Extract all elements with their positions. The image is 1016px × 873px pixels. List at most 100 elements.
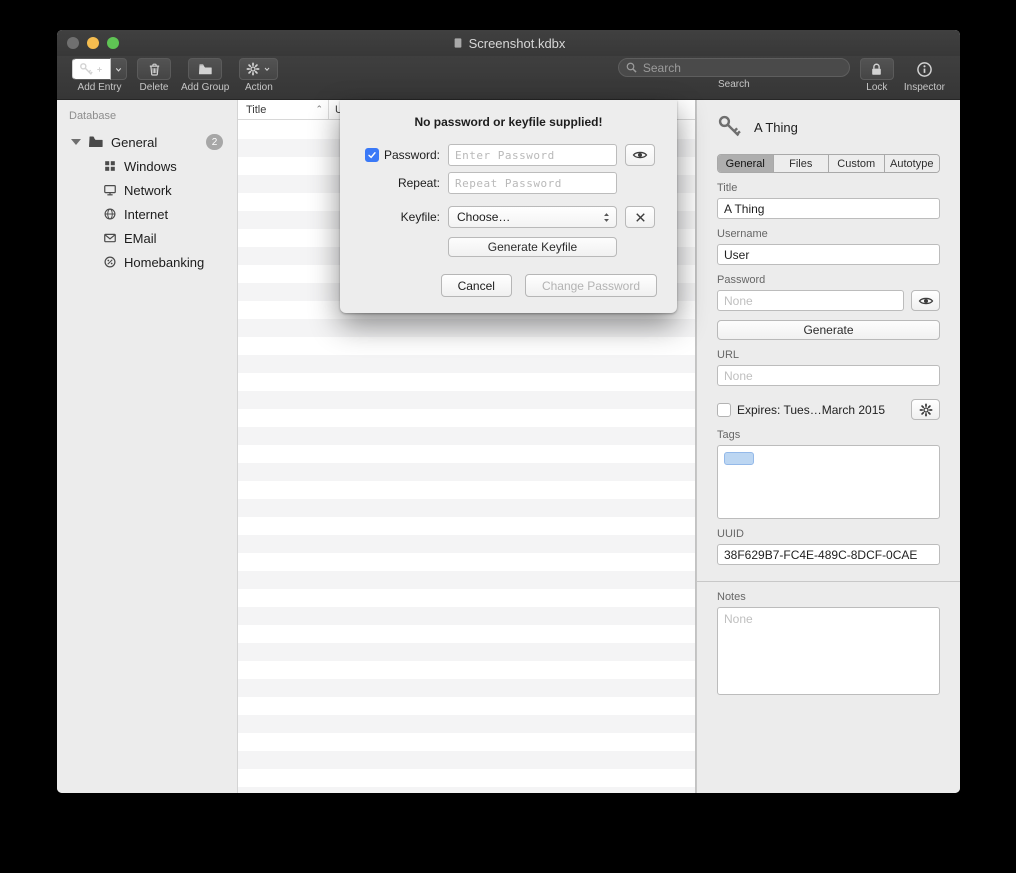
sidebar-item-homebanking[interactable]: Homebanking xyxy=(57,250,237,274)
notes-field[interactable] xyxy=(717,607,940,695)
sidebar-group-general[interactable]: General 2 xyxy=(57,130,237,154)
sidebar: Database General 2 Windows Network Inter… xyxy=(57,100,237,793)
action-button[interactable] xyxy=(239,58,278,80)
inspector-header: A Thing xyxy=(717,114,940,140)
enter-password-input[interactable] xyxy=(448,144,617,166)
lock-toolbar-item: Lock xyxy=(860,58,894,93)
keyfile-popup-button[interactable]: Choose… xyxy=(448,206,617,228)
password-label: Password: xyxy=(384,148,440,162)
window-title-area: Screenshot.kdbx xyxy=(57,30,960,56)
change-password-button[interactable]: Change Password xyxy=(525,274,657,297)
windows-icon xyxy=(103,159,117,173)
key-icon xyxy=(717,114,743,140)
sidebar-header: Database xyxy=(57,108,237,130)
inspector-divider xyxy=(697,581,960,582)
lock-button[interactable] xyxy=(860,58,894,80)
title-field[interactable] xyxy=(717,198,940,219)
expires-row: Expires: Tues…March 2015 xyxy=(717,399,940,420)
tab-custom[interactable]: Custom xyxy=(829,155,885,172)
add-entry-toolbar-item: Add Entry xyxy=(72,58,127,93)
tags-box[interactable] xyxy=(717,445,940,519)
tab-general[interactable]: General xyxy=(718,155,774,172)
url-field[interactable] xyxy=(717,365,940,386)
toolbar: Add Entry Delete Add Group Action xyxy=(57,56,960,100)
gear-icon xyxy=(246,62,260,76)
dialog-buttons: Cancel Change Password xyxy=(360,274,657,297)
password-field-label: Password xyxy=(717,274,940,286)
password-field[interactable] xyxy=(717,290,904,311)
url-field-label: URL xyxy=(717,349,940,361)
inspector-tabs: General Files Custom Autotype xyxy=(717,154,940,173)
sidebar-item-network[interactable]: Network xyxy=(57,178,237,202)
expires-label: Expires: Tues…March 2015 xyxy=(737,403,905,417)
stepper-arrows-icon xyxy=(600,210,613,225)
chevron-down-icon xyxy=(263,65,271,73)
eye-icon xyxy=(918,293,934,309)
username-field-label: Username xyxy=(717,228,940,240)
sidebar-item-label: EMail xyxy=(124,231,157,246)
add-group-label: Add Group xyxy=(181,82,229,93)
entry-count-badge: 2 xyxy=(206,134,223,150)
tab-autotype[interactable]: Autotype xyxy=(885,155,940,172)
sidebar-item-label: Homebanking xyxy=(124,255,204,270)
cancel-button[interactable]: Cancel xyxy=(441,274,512,297)
reveal-password-button[interactable] xyxy=(625,144,655,166)
delete-label: Delete xyxy=(140,82,169,93)
folder-icon xyxy=(88,134,104,150)
search-input[interactable] xyxy=(618,58,850,77)
delete-button[interactable] xyxy=(137,58,171,80)
sidebar-item-internet[interactable]: Internet xyxy=(57,202,237,226)
inspector-toolbar-item: Inspector xyxy=(904,58,945,93)
column-header-title[interactable]: Title ⌃ xyxy=(238,100,329,119)
keyfile-label: Keyfile: xyxy=(401,210,440,224)
username-field[interactable] xyxy=(717,244,940,265)
sidebar-item-windows[interactable]: Windows xyxy=(57,154,237,178)
generate-keyfile-button[interactable]: Generate Keyfile xyxy=(448,237,617,257)
password-row: Password: xyxy=(360,144,677,166)
document-icon xyxy=(452,37,464,49)
password-checkbox[interactable] xyxy=(365,148,379,162)
zoom-button[interactable] xyxy=(107,37,119,49)
sidebar-item-label: Internet xyxy=(124,207,168,222)
uuid-label: UUID xyxy=(717,528,940,540)
action-label: Action xyxy=(245,82,273,93)
key-plus-icon xyxy=(79,62,94,77)
add-entry-label: Add Entry xyxy=(78,82,122,93)
minimize-button[interactable] xyxy=(87,37,99,49)
title-field-label: Title xyxy=(717,182,940,194)
tag-pill[interactable] xyxy=(724,452,754,465)
action-toolbar-item: Action xyxy=(239,58,278,93)
search-toolbar-item: Search xyxy=(618,58,850,90)
repeat-password-input[interactable] xyxy=(448,172,617,194)
disclosure-triangle-icon[interactable] xyxy=(71,139,81,145)
window-title: Screenshot.kdbx xyxy=(469,36,566,51)
add-entry-dropdown-button[interactable] xyxy=(111,58,127,80)
chevron-down-icon xyxy=(114,65,123,74)
title-bar: Screenshot.kdbx xyxy=(57,30,960,56)
info-icon xyxy=(916,61,933,78)
add-group-button[interactable] xyxy=(188,58,222,80)
tab-files[interactable]: Files xyxy=(774,155,830,172)
close-x-icon xyxy=(633,210,648,225)
sidebar-item-email[interactable]: EMail xyxy=(57,226,237,250)
clear-keyfile-button[interactable] xyxy=(625,206,655,228)
add-entry-button[interactable] xyxy=(72,58,111,80)
lock-icon xyxy=(869,62,884,77)
dialog-message: No password or keyfile supplied! xyxy=(340,100,677,138)
notes-label: Notes xyxy=(717,591,940,603)
sort-ascending-icon: ⌃ xyxy=(315,104,323,115)
close-button[interactable] xyxy=(67,37,79,49)
uuid-field[interactable] xyxy=(717,544,940,565)
sidebar-item-label: Windows xyxy=(124,159,177,174)
internet-icon xyxy=(103,207,117,221)
expires-checkbox[interactable] xyxy=(717,403,731,417)
generate-password-button[interactable]: Generate xyxy=(717,320,940,340)
sidebar-item-label: Network xyxy=(124,183,172,198)
inspector-button[interactable] xyxy=(916,58,933,80)
reveal-password-button[interactable] xyxy=(911,290,940,311)
search-label: Search xyxy=(718,79,750,90)
keyfile-selected-value: Choose… xyxy=(457,210,510,224)
expires-settings-button[interactable] xyxy=(911,399,940,420)
column-title-label: Title xyxy=(246,104,266,116)
repeat-row: Repeat: xyxy=(360,172,677,194)
